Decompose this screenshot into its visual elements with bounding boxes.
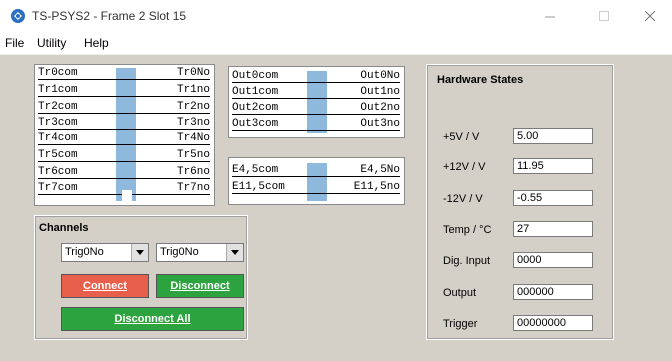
disconnect-button[interactable]: Disconnect [156,274,244,298]
relay-com-label: Tr3com [38,117,78,129]
out-relay-row-0[interactable]: Out0com Out0No [232,70,400,83]
title-bar: TS-PSYS2 - Frame 2 Slot 15 [0,0,672,32]
relay-line [38,161,210,162]
minimize-icon [544,16,555,17]
app-logo-icon [11,9,25,23]
disconnect-all-button[interactable]: Disconnect All [61,307,244,331]
relay-no-label: Out3no [360,118,400,130]
hw-field-temp: 27 [513,221,593,237]
trig-relay-panel: Tr0com Tr0No Tr1com Tr1no Tr2com Tr2no T… [34,64,215,206]
hw-field-5v: 5.00 [513,128,593,144]
relay-no-label: Tr2no [176,101,210,113]
relay-com-label: Tr4com [38,132,78,144]
relay-line [232,130,400,131]
relay-com-label: Out0com [232,70,279,82]
chevron-down-icon[interactable] [226,244,243,261]
relay-no-label: Tr3no [176,117,210,129]
relay-com-label: Tr2com [38,101,78,113]
relay-com-label: Out3com [232,118,279,130]
menu-help[interactable]: Help [84,36,109,50]
relay-com-label: Out2com [232,102,279,114]
relay-no-label: Tr0No [176,67,210,79]
hw-field-dig-input: 0000 [513,252,593,268]
relay-line [232,114,400,115]
trig-relay-row-1[interactable]: Tr1com Tr1no [38,84,210,97]
hw-label-neg12v: -12V / V [443,193,483,205]
relay-line [38,129,210,130]
channel-a-select[interactable]: Trig0No [61,243,149,262]
close-icon [644,10,655,21]
relay-no-label: E4,5No [360,164,400,176]
relay-line [232,193,400,194]
relay-line [38,113,210,114]
hardware-states-title: Hardware States [437,74,524,86]
e-relay-row-1[interactable]: E11,5com E11,5no [232,181,400,194]
relay-com-label: Tr1com [38,84,78,96]
relay-bar-notch [122,190,132,201]
relay-com-label: Tr7com [38,182,78,194]
relay-line [232,98,400,99]
relay-no-label: Tr1no [176,84,210,96]
maximize-icon [598,10,609,21]
window-title: TS-PSYS2 - Frame 2 Slot 15 [32,9,187,23]
relay-line [232,176,400,177]
minimize-button[interactable] [528,0,572,32]
relay-no-label: Out2no [360,102,400,114]
relay-no-label: Out1no [360,86,400,98]
e-relay-panel: E4,5com E4,5No E11,5com E11,5no [228,157,405,205]
hw-field-output: 000000 [513,284,593,300]
hw-field-neg12v: -0.55 [513,190,593,206]
hw-label-output: Output [443,287,477,299]
trig-relay-row-4[interactable]: Tr4com Tr4No [38,132,210,145]
trig-relay-row-5[interactable]: Tr5com Tr5no [38,149,210,162]
channels-title: Channels [39,222,89,234]
relay-com-label: E4,5com [232,164,279,176]
menu-bar: File Utility Help [0,32,672,55]
relay-no-label: Out0No [360,70,400,82]
channel-a-value: Trig0No [65,246,104,258]
relay-line [232,82,400,83]
channel-b-value: Trig0No [160,246,199,258]
connect-button[interactable]: Connect [61,274,149,298]
relay-com-label: E11,5com [232,181,285,193]
hw-label-temp: Temp / °C [443,224,492,236]
relay-no-label: Tr4No [176,132,210,144]
menu-file[interactable]: File [5,36,24,50]
trig-relay-row-3[interactable]: Tr3com Tr3no [38,117,210,130]
hw-label-dig-input: Dig. Input [443,255,491,267]
close-button[interactable] [628,0,672,32]
menu-utility[interactable]: Utility [37,36,66,50]
out-relay-panel: Out0com Out0No Out1com Out1no Out2com Ou… [228,66,405,138]
relay-no-label: E11,5no [353,181,400,193]
relay-line [38,96,210,97]
hw-label-trigger: Trigger [443,318,478,330]
hw-field-trigger: 00000000 [513,315,593,331]
hw-field-12v: 11.95 [513,158,593,174]
hw-label-5v: +5V / V [443,131,480,143]
relay-com-label: Tr0com [38,67,78,79]
out-relay-row-3[interactable]: Out3com Out3no [232,118,400,131]
relay-com-label: Tr5com [38,149,78,161]
relay-no-label: Tr6no [176,166,210,178]
hw-label-12v: +12V / V [443,161,486,173]
relay-no-label: Tr7no [176,182,210,194]
relay-com-label: Out1com [232,86,279,98]
trig-relay-row-0[interactable]: Tr0com Tr0No [38,67,210,80]
e-relay-row-0[interactable]: E4,5com E4,5No [232,164,400,177]
app-window: TS-PSYS2 - Frame 2 Slot 15 File Utility … [0,0,672,361]
relay-no-label: Tr5no [176,149,210,161]
out-relay-row-1[interactable]: Out1com Out1no [232,86,400,99]
relay-line [38,178,210,179]
maximize-button[interactable] [582,0,626,32]
trig-relay-row-6[interactable]: Tr6com Tr6no [38,166,210,179]
trig-relay-row-2[interactable]: Tr2com Tr2no [38,101,210,114]
relay-line [38,79,210,80]
channel-b-select[interactable]: Trig0No [156,243,244,262]
relay-com-label: Tr6com [38,166,78,178]
out-relay-row-2[interactable]: Out2com Out2no [232,102,400,115]
relay-line [38,144,210,145]
chevron-down-icon[interactable] [131,244,148,261]
